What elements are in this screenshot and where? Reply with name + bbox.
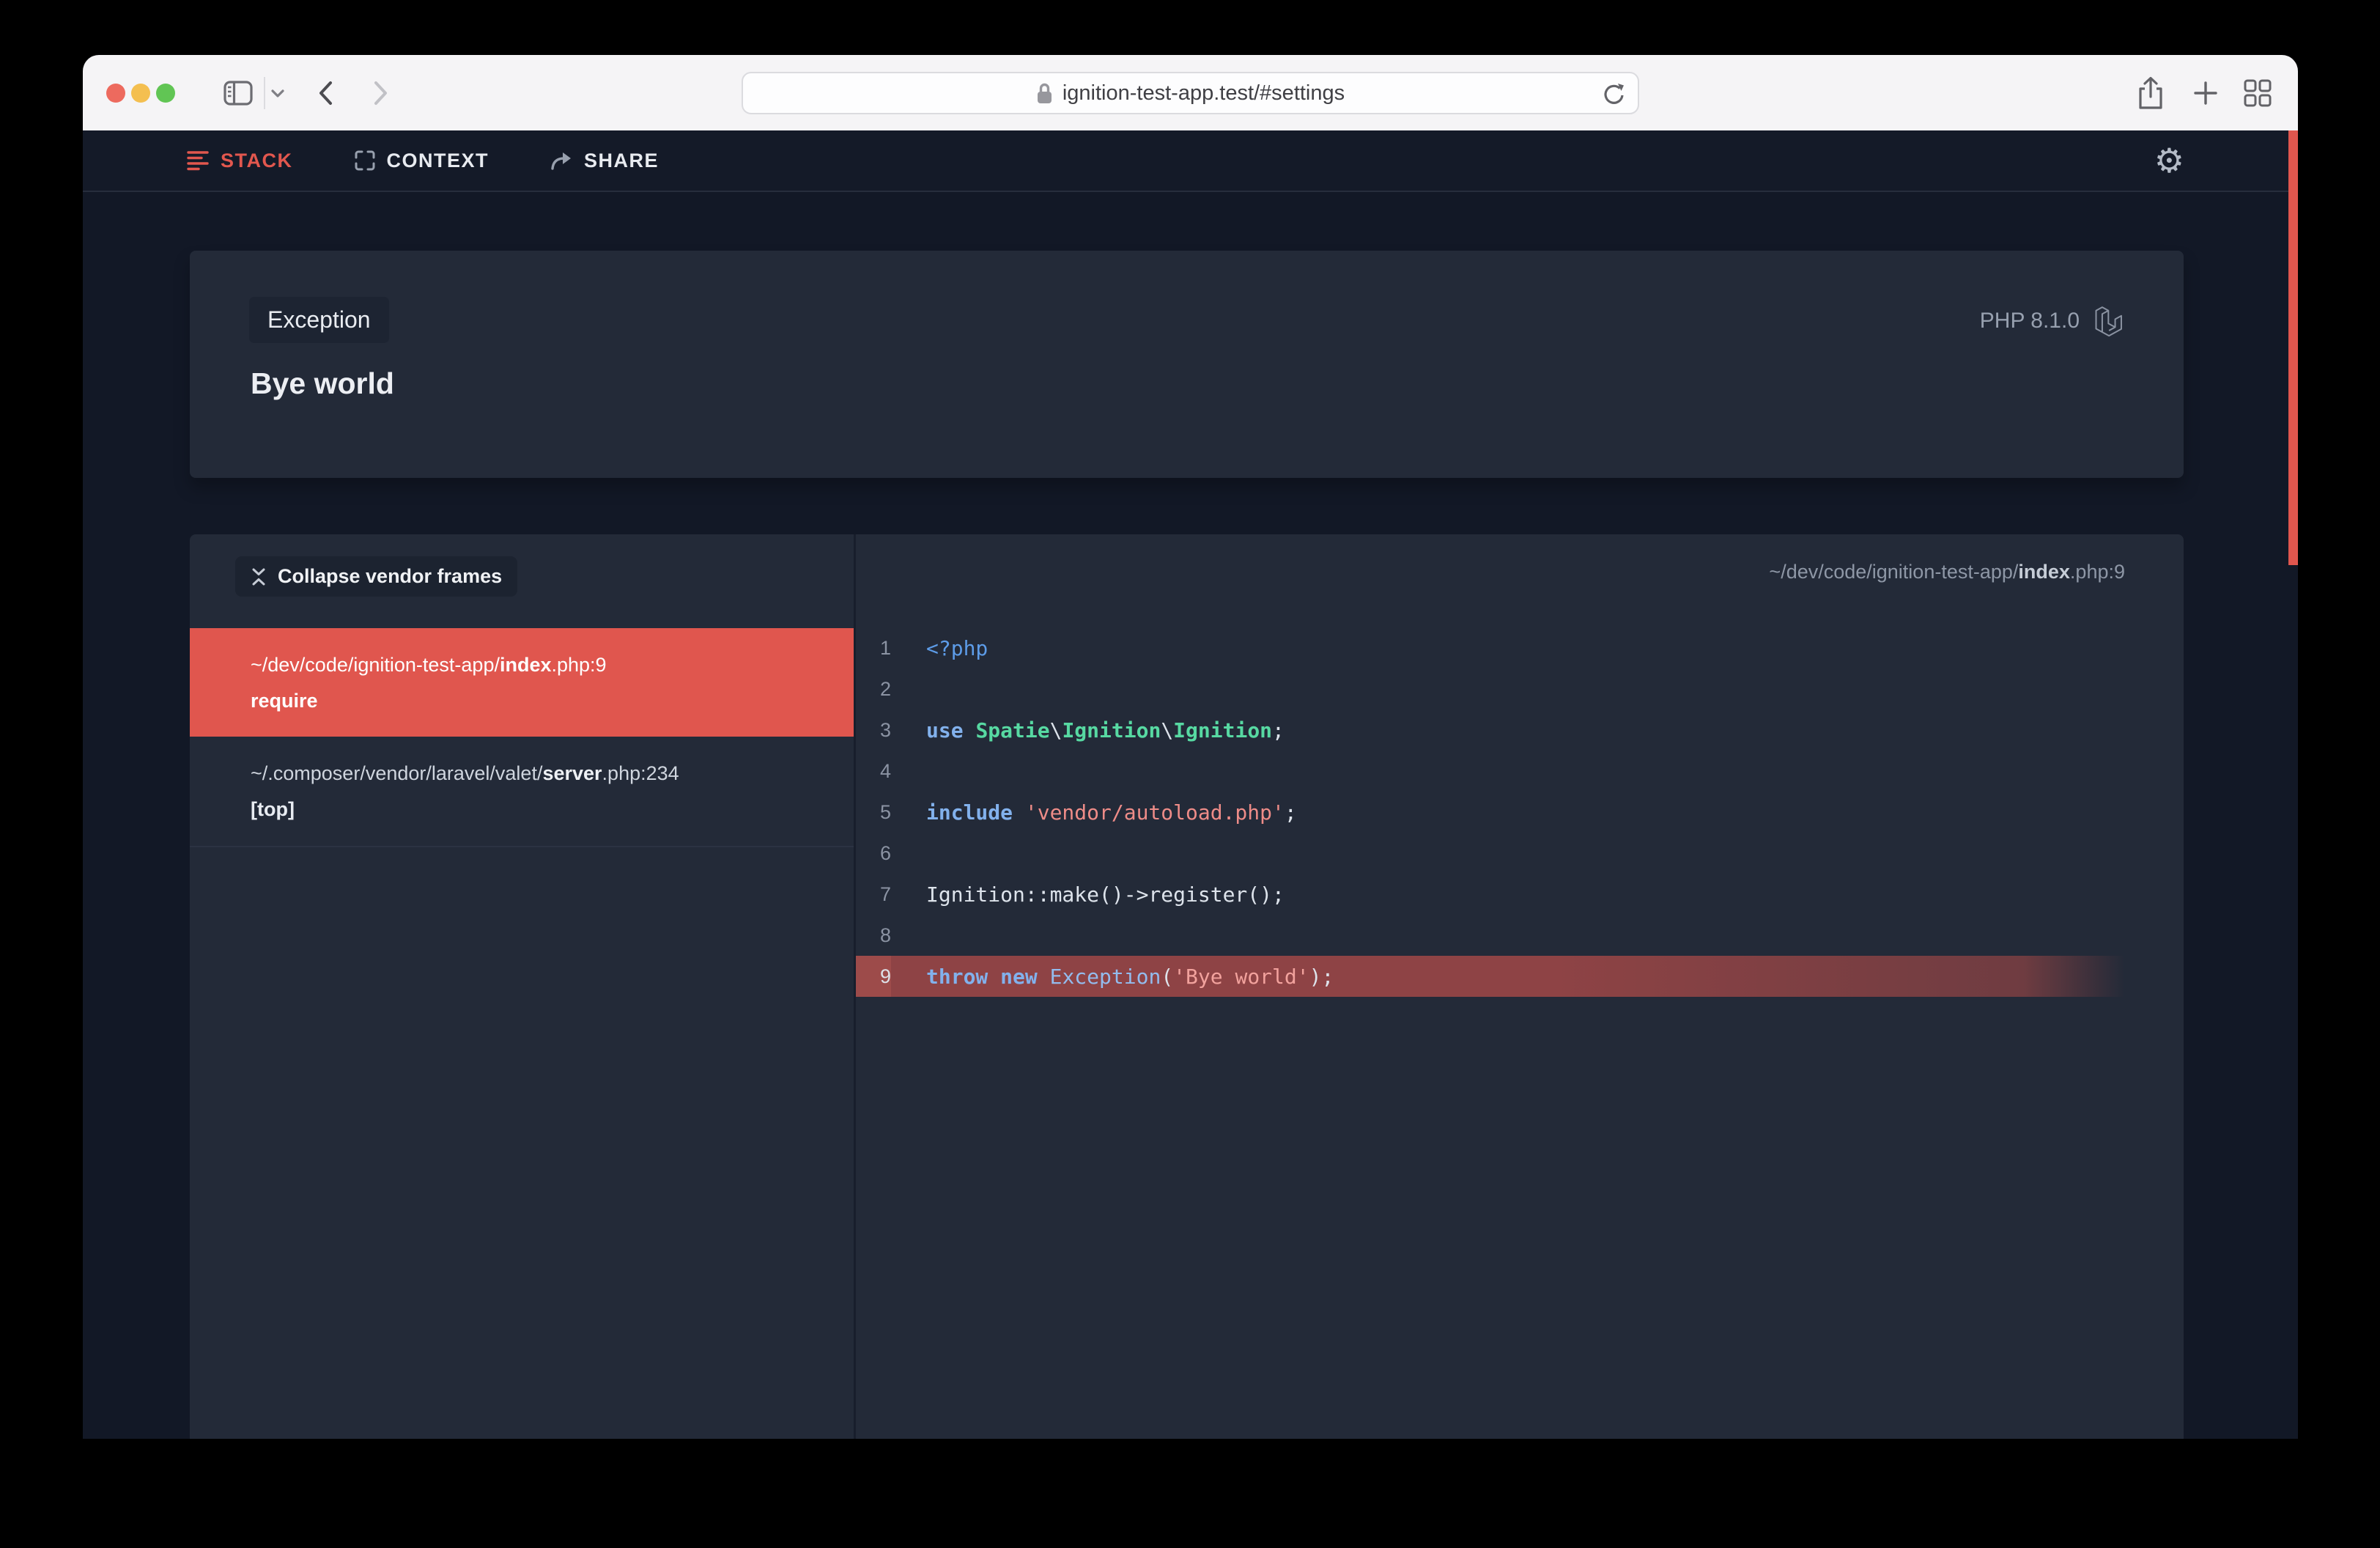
grid-icon: [2243, 79, 2272, 107]
exception-message: Bye world: [251, 366, 394, 401]
code-line-2: 2: [856, 668, 2184, 710]
stack-trace-card: Collapse vendor frames ~/dev/code/igniti…: [190, 534, 2184, 1439]
chevron-right-icon: [373, 81, 389, 106]
code-line-8: 8: [856, 915, 2184, 956]
frame-method: require: [251, 690, 824, 712]
code-line-4: 4: [856, 751, 2184, 792]
stack-frame[interactable]: ~/.composer/vendor/laravel/valet/server.…: [190, 737, 854, 847]
gear-icon: ⚙: [2154, 141, 2184, 180]
code-line-text: [891, 668, 926, 710]
line-number: 1: [856, 627, 891, 668]
code-path-prefix: ~/dev/code/ignition-test-app/: [1769, 561, 2018, 583]
code-line-3: 3use Spatie\Ignition\Ignition;: [856, 710, 2184, 751]
code-line-text: [891, 915, 926, 956]
toolbar-divider: [264, 77, 265, 109]
code-line-7: 7Ignition::make()->register();: [856, 874, 2184, 915]
share-icon: [2137, 76, 2164, 110]
share-page-button[interactable]: [2137, 76, 2164, 110]
lock-icon: [1036, 82, 1053, 105]
reload-icon[interactable]: [1603, 81, 1626, 108]
line-number: 7: [856, 874, 891, 915]
browser-titlebar: ignition-test-app.test/#settings: [83, 55, 2298, 130]
chevron-left-icon: [317, 81, 333, 106]
forward-button[interactable]: [373, 81, 389, 106]
code-line-5: 5include 'vendor/autoload.php';: [856, 792, 2184, 833]
code-line-6: 6: [856, 833, 2184, 874]
stack-lines-icon: [187, 150, 209, 171]
code-snippet-panel: ~/dev/code/ignition-test-app/index.php:9…: [856, 534, 2184, 1439]
line-number: 5: [856, 792, 891, 833]
back-button[interactable]: [317, 81, 333, 106]
frame-method: [top]: [251, 799, 824, 821]
plus-icon: [2192, 79, 2220, 107]
code-file-path: ~/dev/code/ignition-test-app/index.php:9: [1769, 561, 2125, 583]
line-number: 2: [856, 668, 891, 710]
ignition-navbar: STACK CONTEXT SHARE ⚙: [83, 130, 2298, 192]
tab-overview-button[interactable]: [2243, 79, 2272, 107]
frame-path: ~/dev/code/ignition-test-app/index.php:9: [251, 655, 824, 677]
tab-context[interactable]: CONTEXT: [355, 150, 489, 172]
code-lines: 1<?php23use Spatie\Ignition\Ignition;45i…: [856, 627, 2184, 997]
tab-share[interactable]: SHARE: [550, 150, 659, 172]
line-number: 6: [856, 833, 891, 874]
tab-context-label: CONTEXT: [387, 150, 489, 172]
line-number: 3: [856, 710, 891, 751]
code-line-text: include 'vendor/autoload.php';: [891, 792, 1297, 833]
tab-stack-label: STACK: [221, 150, 293, 172]
collapse-vendor-frames-label: Collapse vendor frames: [278, 565, 502, 588]
code-line-text: [891, 751, 926, 792]
code-line-text: <?php: [891, 627, 988, 668]
code-line-1: 1<?php: [856, 627, 2184, 668]
minimize-window-icon[interactable]: [131, 84, 150, 103]
runtime-info: PHP 8.1.0: [1980, 305, 2125, 337]
code-path-suffix: .php:9: [2070, 561, 2125, 583]
exception-type-badge: Exception: [249, 297, 389, 343]
context-brackets-icon: [355, 150, 375, 171]
chevron-down-icon: [270, 89, 285, 98]
tab-share-label: SHARE: [584, 150, 659, 172]
zoom-window-icon[interactable]: [156, 84, 175, 103]
collapse-vertical-icon: [251, 567, 267, 587]
code-line-text: Ignition::make()->register();: [891, 874, 1285, 915]
tab-stack[interactable]: STACK: [187, 150, 293, 172]
stack-frame-list: ~/dev/code/ignition-test-app/index.php:9…: [190, 628, 854, 847]
code-line-text: [891, 833, 926, 874]
new-tab-button[interactable]: [2192, 79, 2220, 107]
code-line-text: throw new Exception('Bye world');: [891, 956, 1334, 997]
settings-button[interactable]: ⚙: [2154, 144, 2184, 177]
code-path-file: index: [2018, 561, 2070, 583]
exception-card: Exception PHP 8.1.0 Bye world: [190, 251, 2184, 478]
line-number: 4: [856, 751, 891, 792]
window-controls: [106, 84, 175, 103]
ignition-page: Exception PHP 8.1.0 Bye world: [83, 192, 2298, 1439]
php-version-label: PHP 8.1.0: [1980, 309, 2080, 333]
code-line-text: use Spatie\Ignition\Ignition;: [891, 710, 1285, 751]
browser-window: ignition-test-app.test/#settings: [83, 55, 2298, 1439]
sidebar-icon: [223, 81, 253, 106]
laravel-logo-icon: [2094, 305, 2125, 337]
address-bar-url: ignition-test-app.test/#settings: [1062, 81, 1345, 106]
frame-path: ~/.composer/vendor/laravel/valet/server.…: [251, 763, 824, 785]
close-window-icon[interactable]: [106, 84, 125, 103]
stack-frame[interactable]: ~/dev/code/ignition-test-app/index.php:9…: [190, 628, 854, 737]
line-number: 8: [856, 915, 891, 956]
error-scrollbar[interactable]: [2288, 130, 2298, 565]
line-number: 9: [856, 956, 891, 997]
address-bar[interactable]: ignition-test-app.test/#settings: [742, 72, 1639, 114]
code-line-9: 9throw new Exception('Bye world');: [856, 956, 2125, 997]
sidebar-toggle-button[interactable]: [223, 81, 253, 106]
collapse-vendor-frames-button[interactable]: Collapse vendor frames: [235, 556, 517, 597]
share-arrow-icon: [550, 151, 572, 171]
sidebar-menu-chevron[interactable]: [270, 89, 285, 98]
stack-frames-panel: Collapse vendor frames ~/dev/code/igniti…: [190, 534, 854, 1439]
